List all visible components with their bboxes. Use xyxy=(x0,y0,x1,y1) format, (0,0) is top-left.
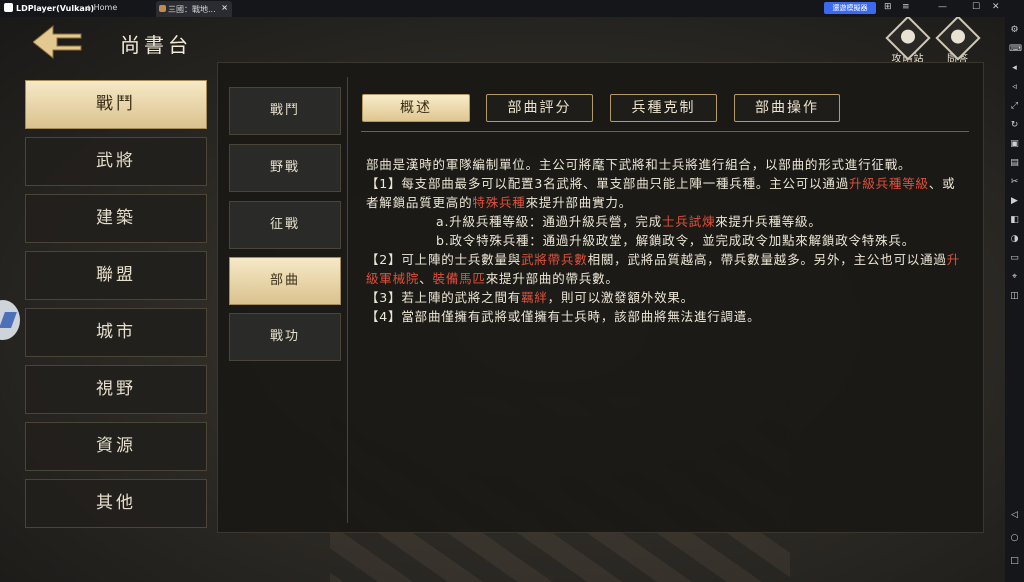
highlight-upgrade-unit-level: 升級兵種等級 xyxy=(849,176,929,191)
home-label: Home xyxy=(93,3,118,12)
subcategory-troops[interactable]: 部曲 xyxy=(229,257,341,305)
category-resources[interactable]: 資源 xyxy=(25,422,207,471)
category-city[interactable]: 城市 xyxy=(25,308,207,357)
recording-icon[interactable]: ▤ xyxy=(1009,158,1020,169)
category-other[interactable]: 其他 xyxy=(25,479,207,528)
record-video-icon[interactable]: ▶ xyxy=(1009,196,1020,207)
keyboard-icon[interactable]: ⌨ xyxy=(1009,44,1022,55)
advisor-portrait-icon xyxy=(951,29,965,44)
menu-icon[interactable]: ≡ xyxy=(902,2,910,12)
emulator-title-bar: LDPlayer(Vulkan) ⌂ Home 三國：戰地... × 還遊模擬器 … xyxy=(0,0,1024,17)
volume-down-icon[interactable]: ◃ xyxy=(1009,82,1020,93)
tab-unit-counters[interactable]: 兵種克制 xyxy=(610,94,717,122)
emulator-sidebar: ⚙ ⌨ ◂ ◃ ⤢ ↻ ▣ ▤ ✂ ▶ ◧ ◑ ▭ ⌖ ◫ ◁ ○ □ xyxy=(1005,17,1024,582)
subcategory-campaign[interactable]: 征戰 xyxy=(229,201,341,249)
paragraph-4: 【4】當部曲僅擁有武將或僅擁有士兵時，該部曲將無法進行調遣。 xyxy=(366,309,761,324)
close-window-icon[interactable]: ✕ xyxy=(992,2,1000,12)
recent-nav-icon[interactable]: □ xyxy=(1009,556,1020,567)
game-tab-icon xyxy=(159,5,166,12)
overview-text: 部曲是漢時的軍隊編制單位。主公可將麾下武將和士兵將進行組合，以部曲的形式進行征戰… xyxy=(366,155,966,326)
game-tab[interactable]: 三國：戰地... × xyxy=(156,1,232,17)
close-tab-icon[interactable]: × xyxy=(221,3,228,12)
app-brand: LDPlayer(Vulkan) xyxy=(4,3,94,13)
fullscreen-icon[interactable]: ⤢ xyxy=(1009,101,1020,112)
panel-divider xyxy=(347,77,348,523)
category-generals[interactable]: 武將 xyxy=(25,137,207,186)
subcategory-field-battle[interactable]: 野戰 xyxy=(229,144,341,192)
speed-button[interactable]: 還遊模擬器 xyxy=(824,2,876,14)
home-nav-icon[interactable]: ○ xyxy=(1009,533,1020,544)
minimize-icon[interactable]: — xyxy=(938,2,947,12)
volume-up-icon[interactable]: ◂ xyxy=(1009,63,1020,74)
shake-icon[interactable]: ◫ xyxy=(1009,291,1020,302)
paragraph-1: 【1】每支部曲最多可以配置3名武將、單支部曲只能上陣一種兵種。主公可以通過升級兵… xyxy=(366,176,956,210)
game-tab-label: 三國：戰地... xyxy=(168,5,216,14)
subcategory-merits[interactable]: 戰功 xyxy=(229,313,341,361)
category-battle[interactable]: 戰鬥 xyxy=(25,80,207,129)
tab-troop-operations[interactable]: 部曲操作 xyxy=(734,94,840,122)
sync-icon[interactable]: ◑ xyxy=(1009,234,1020,245)
highlight-soldier-trial: 士兵試煉 xyxy=(662,214,716,229)
highlight-special-units: 特殊兵種 xyxy=(472,195,526,210)
screenshot-icon[interactable]: ✂ xyxy=(1009,177,1020,188)
faq-button[interactable]: 問答 xyxy=(935,17,981,65)
subcategory-battle[interactable]: 戰鬥 xyxy=(229,87,341,135)
gamepad-icon[interactable]: ⊞ xyxy=(884,2,892,12)
highlight-equip-horse: 裝備馬匹 xyxy=(432,271,486,286)
highlight-troop-capacity: 武將帶兵數 xyxy=(521,252,588,267)
tab-divider xyxy=(361,131,969,132)
paragraph-1b: b.政令特殊兵種：通過升級政堂，解鎖政令，並完成政令加點來解鎖政令特殊兵。 xyxy=(436,233,916,248)
maximize-icon[interactable]: ☐ xyxy=(972,2,980,12)
settings-icon[interactable]: ⚙ xyxy=(1009,25,1020,36)
ldplayer-logo-icon xyxy=(4,3,13,12)
back-nav-icon[interactable]: ◁ xyxy=(1009,510,1020,521)
rotate-icon[interactable]: ↻ xyxy=(1009,120,1020,131)
intro-paragraph: 部曲是漢時的軍隊編制單位。主公可將麾下武將和士兵將進行組合，以部曲的形式進行征戰… xyxy=(366,157,912,172)
back-arrow-icon[interactable] xyxy=(33,24,83,60)
category-alliance[interactable]: 聯盟 xyxy=(25,251,207,300)
folder-icon[interactable]: ▭ xyxy=(1009,253,1020,264)
paragraph-3: 【3】若上陣的武將之間有羈絆，則可以激發額外效果。 xyxy=(366,290,694,305)
guide-button[interactable]: 攻略站 xyxy=(885,17,931,65)
advisor-portrait-icon xyxy=(901,29,915,44)
paragraph-2: 【2】可上陣的士兵數量與武將帶兵數相關，武將品質越高，帶兵數量越多。另外，主公也… xyxy=(366,252,960,286)
home-tab[interactable]: ⌂ Home xyxy=(86,3,117,12)
category-vision[interactable]: 視野 xyxy=(25,365,207,414)
app-name: LDPlayer(Vulkan) xyxy=(16,4,95,13)
highlight-bond: 羈絆 xyxy=(521,290,548,305)
operation-record-icon[interactable]: ◧ xyxy=(1009,215,1020,226)
tab-overview[interactable]: 概述 xyxy=(362,94,470,122)
category-buildings[interactable]: 建築 xyxy=(25,194,207,243)
home-icon: ⌂ xyxy=(86,3,92,12)
page-title: 尚書台 xyxy=(120,33,192,57)
tab-troop-rating[interactable]: 部曲評分 xyxy=(486,94,593,122)
location-icon[interactable]: ⌖ xyxy=(1009,272,1020,283)
paragraph-1a: a.升級兵種等級：通過升級兵營，完成士兵試煉來提升兵種等級。 xyxy=(436,214,822,229)
floating-assistant-icon[interactable] xyxy=(0,300,20,340)
install-apk-icon[interactable]: ▣ xyxy=(1009,139,1020,150)
